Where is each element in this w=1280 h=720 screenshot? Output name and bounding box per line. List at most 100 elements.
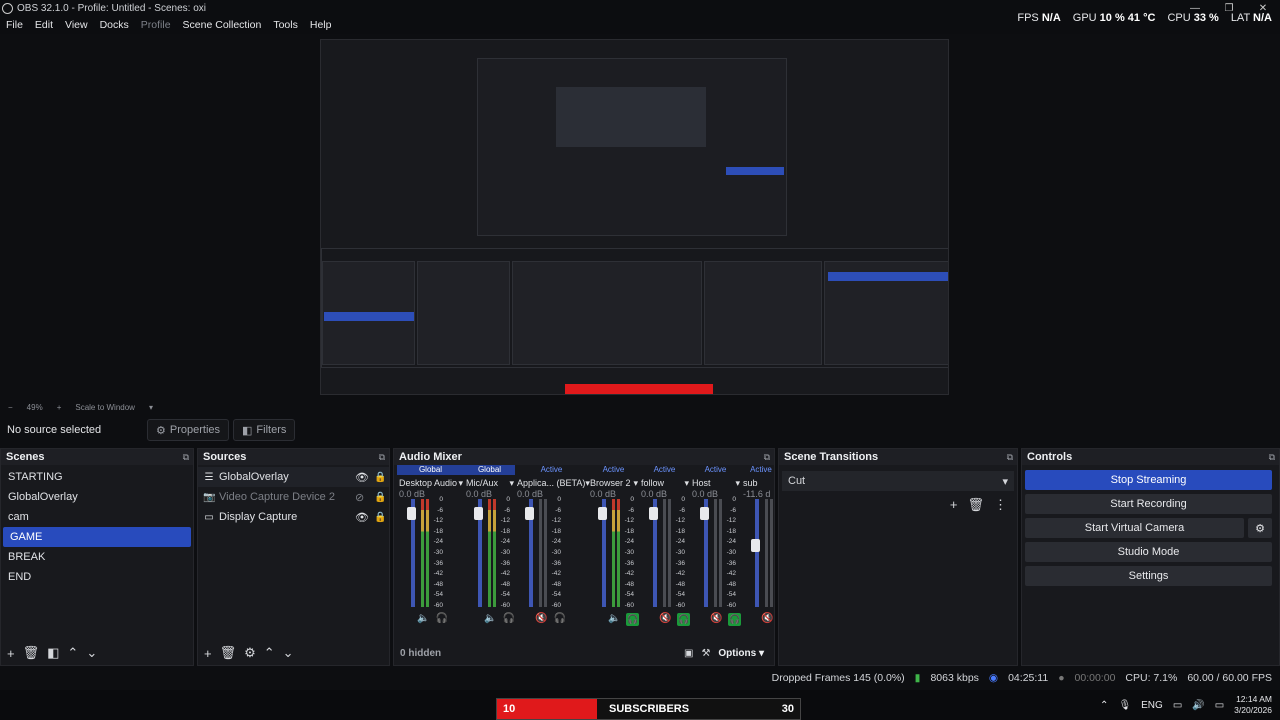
speaker-muted-icon[interactable]: 🔇 — [761, 613, 773, 626]
chevron-down-icon[interactable]: ⌄ — [86, 645, 97, 661]
source-item[interactable]: ☰ GlobalOverlay 👁 🔒 — [198, 467, 389, 487]
start-recording-button[interactable]: Start Recording — [1025, 494, 1272, 514]
undock-icon[interactable]: ⧉ — [1269, 452, 1275, 463]
headphones-icon[interactable]: 🎧 — [677, 613, 691, 626]
gear-icon[interactable]: ⚙ — [244, 645, 256, 661]
trash-icon[interactable]: 🗑 — [220, 645, 237, 661]
volume-track[interactable] — [755, 499, 759, 607]
preview-canvas[interactable] — [320, 39, 949, 395]
chevron-up-icon[interactable]: ⌃ — [1100, 700, 1108, 711]
eye-icon[interactable]: 👁 — [355, 471, 369, 484]
menu-file[interactable]: File — [0, 19, 29, 31]
channel-name[interactable]: Mic/Aux ▾ — [466, 476, 517, 490]
headphones-icon[interactable]: 🎧 — [728, 613, 742, 626]
scene-item[interactable]: STARTING — [1, 467, 193, 487]
eye-icon[interactable]: 👁 — [355, 511, 369, 524]
add-icon[interactable]: + — [950, 497, 958, 513]
lock-icon[interactable]: 🔒 — [374, 512, 386, 523]
chevron-down-icon: ▾ — [509, 477, 514, 488]
properties-button[interactable]: ⚙ Properties — [147, 419, 230, 441]
chevron-up-icon[interactable]: ⌃ — [264, 645, 275, 661]
channel-label: Mic/Aux — [466, 478, 499, 488]
zoom-percent[interactable]: 49% — [27, 403, 43, 412]
lock-icon[interactable]: 🔒 — [374, 472, 386, 483]
undock-icon[interactable]: ⧉ — [1007, 452, 1013, 463]
menu-profile[interactable]: Profile — [135, 19, 177, 31]
scene-item-selected[interactable]: GAME — [3, 527, 191, 547]
studio-mode-button[interactable]: Studio Mode — [1025, 542, 1272, 562]
channel-name[interactable]: Applica... (BETA) ▾ — [517, 476, 590, 490]
filter-icon[interactable]: ◧ — [47, 645, 59, 661]
menu-scene-collection[interactable]: Scene Collection — [177, 19, 268, 31]
zoom-mode[interactable]: Scale to Window — [75, 403, 135, 412]
volume-slider-handle[interactable] — [474, 507, 483, 520]
volume-slider-handle[interactable] — [751, 539, 760, 552]
volume-slider-handle[interactable] — [598, 507, 607, 520]
trash-icon[interactable]: 🗑 — [967, 497, 984, 513]
monitor-off-icon[interactable]: 🎧 — [502, 613, 514, 624]
more-icon[interactable]: ⋮ — [994, 497, 1007, 513]
channel-name[interactable]: Browser 2 ▾ — [590, 476, 641, 490]
speaker-icon[interactable]: 🔈 — [417, 613, 429, 624]
speaker-muted-icon[interactable]: 🔇 — [659, 613, 671, 626]
speaker-icon[interactable]: 🔈 — [484, 613, 496, 624]
battery-icon[interactable]: ▭ — [1215, 700, 1224, 711]
channel-name[interactable]: Desktop Audio ▾ — [399, 476, 466, 490]
menu-tools[interactable]: Tools — [267, 19, 304, 31]
channel-controls: 🔇🎧 — [761, 613, 774, 626]
menu-edit[interactable]: Edit — [29, 19, 59, 31]
network-icon[interactable]: ▭ — [1173, 700, 1182, 711]
speaker-icon[interactable]: 🔈 — [608, 613, 620, 626]
monitor-off-icon[interactable]: 🎧 — [435, 613, 447, 624]
scale-tick: -30 — [500, 548, 510, 556]
eye-hidden-icon[interactable]: ⊘ — [355, 491, 364, 504]
chevron-down-icon[interactable]: ⌄ — [283, 645, 294, 661]
add-icon[interactable]: + — [204, 646, 212, 661]
undock-icon[interactable]: ⧉ — [764, 452, 770, 463]
virtual-camera-button[interactable]: Start Virtual Camera — [1025, 518, 1244, 538]
speaker-muted-icon[interactable]: 🔇 — [710, 613, 722, 626]
channel-name[interactable]: sub▾ — [743, 476, 774, 490]
chevron-up-icon[interactable]: ⌃ — [67, 645, 78, 661]
undock-icon[interactable]: ⧉ — [379, 452, 385, 463]
menu-help[interactable]: Help — [304, 19, 338, 31]
scene-item[interactable]: BREAK — [1, 547, 193, 567]
transition-select[interactable]: Cut ▾ — [782, 471, 1014, 491]
virtual-camera-settings-icon[interactable]: ⚙ — [1248, 518, 1272, 538]
volume-slider-handle[interactable] — [407, 507, 416, 520]
filters-button[interactable]: ◧ Filters — [233, 419, 296, 441]
lock-icon[interactable]: 🔒 — [374, 492, 386, 503]
scene-item[interactable]: GlobalOverlay — [1, 487, 193, 507]
speaker-muted-icon[interactable]: 🔇 — [535, 613, 547, 624]
monitor-off-icon[interactable]: 🎧 — [553, 613, 565, 624]
tools-icon[interactable]: ⚒ — [701, 648, 710, 659]
zoom-in-icon[interactable]: + — [57, 403, 62, 412]
scene-item[interactable]: cam — [1, 507, 193, 527]
zoom-dropdown-icon[interactable]: ▾ — [149, 403, 153, 412]
headphones-icon[interactable]: 🎧 — [626, 613, 640, 626]
volume-slider-handle[interactable] — [649, 507, 658, 520]
language-indicator[interactable]: ENG — [1141, 700, 1163, 711]
undock-icon[interactable]: ⧉ — [183, 452, 189, 463]
clock[interactable]: 12:14 AM 3/20/2026 — [1234, 694, 1272, 716]
zoom-out-icon[interactable]: − — [8, 403, 13, 412]
trash-icon[interactable]: 🗑 — [23, 645, 40, 661]
add-icon[interactable]: + — [7, 646, 15, 661]
channel-name[interactable]: follow ▾ — [641, 476, 692, 490]
channel-name[interactable]: Host ▾ — [692, 476, 743, 490]
layout-icon[interactable]: ▣ — [684, 648, 693, 659]
menu-view[interactable]: View — [59, 19, 94, 31]
source-item[interactable]: ▭ Display Capture 👁 🔒 — [198, 507, 389, 527]
volume-icon[interactable]: 🔊 — [1192, 700, 1204, 711]
source-item[interactable]: 📷 Video Capture Device 2 ⊘ 🔒 — [198, 487, 389, 507]
options-button[interactable]: Options ▾ — [718, 648, 764, 659]
volume-slider-handle[interactable] — [525, 507, 534, 520]
banner-text: SUBSCRIBERS — [609, 703, 690, 715]
scene-item[interactable]: END — [1, 567, 193, 587]
chevron-down-icon: ▾ — [1002, 475, 1008, 488]
stop-streaming-button[interactable]: Stop Streaming — [1025, 470, 1272, 490]
microphone-icon[interactable]: 🎙 — [1118, 700, 1131, 711]
volume-slider-handle[interactable] — [700, 507, 709, 520]
menu-docks[interactable]: Docks — [94, 19, 135, 31]
settings-button[interactable]: Settings — [1025, 566, 1272, 586]
